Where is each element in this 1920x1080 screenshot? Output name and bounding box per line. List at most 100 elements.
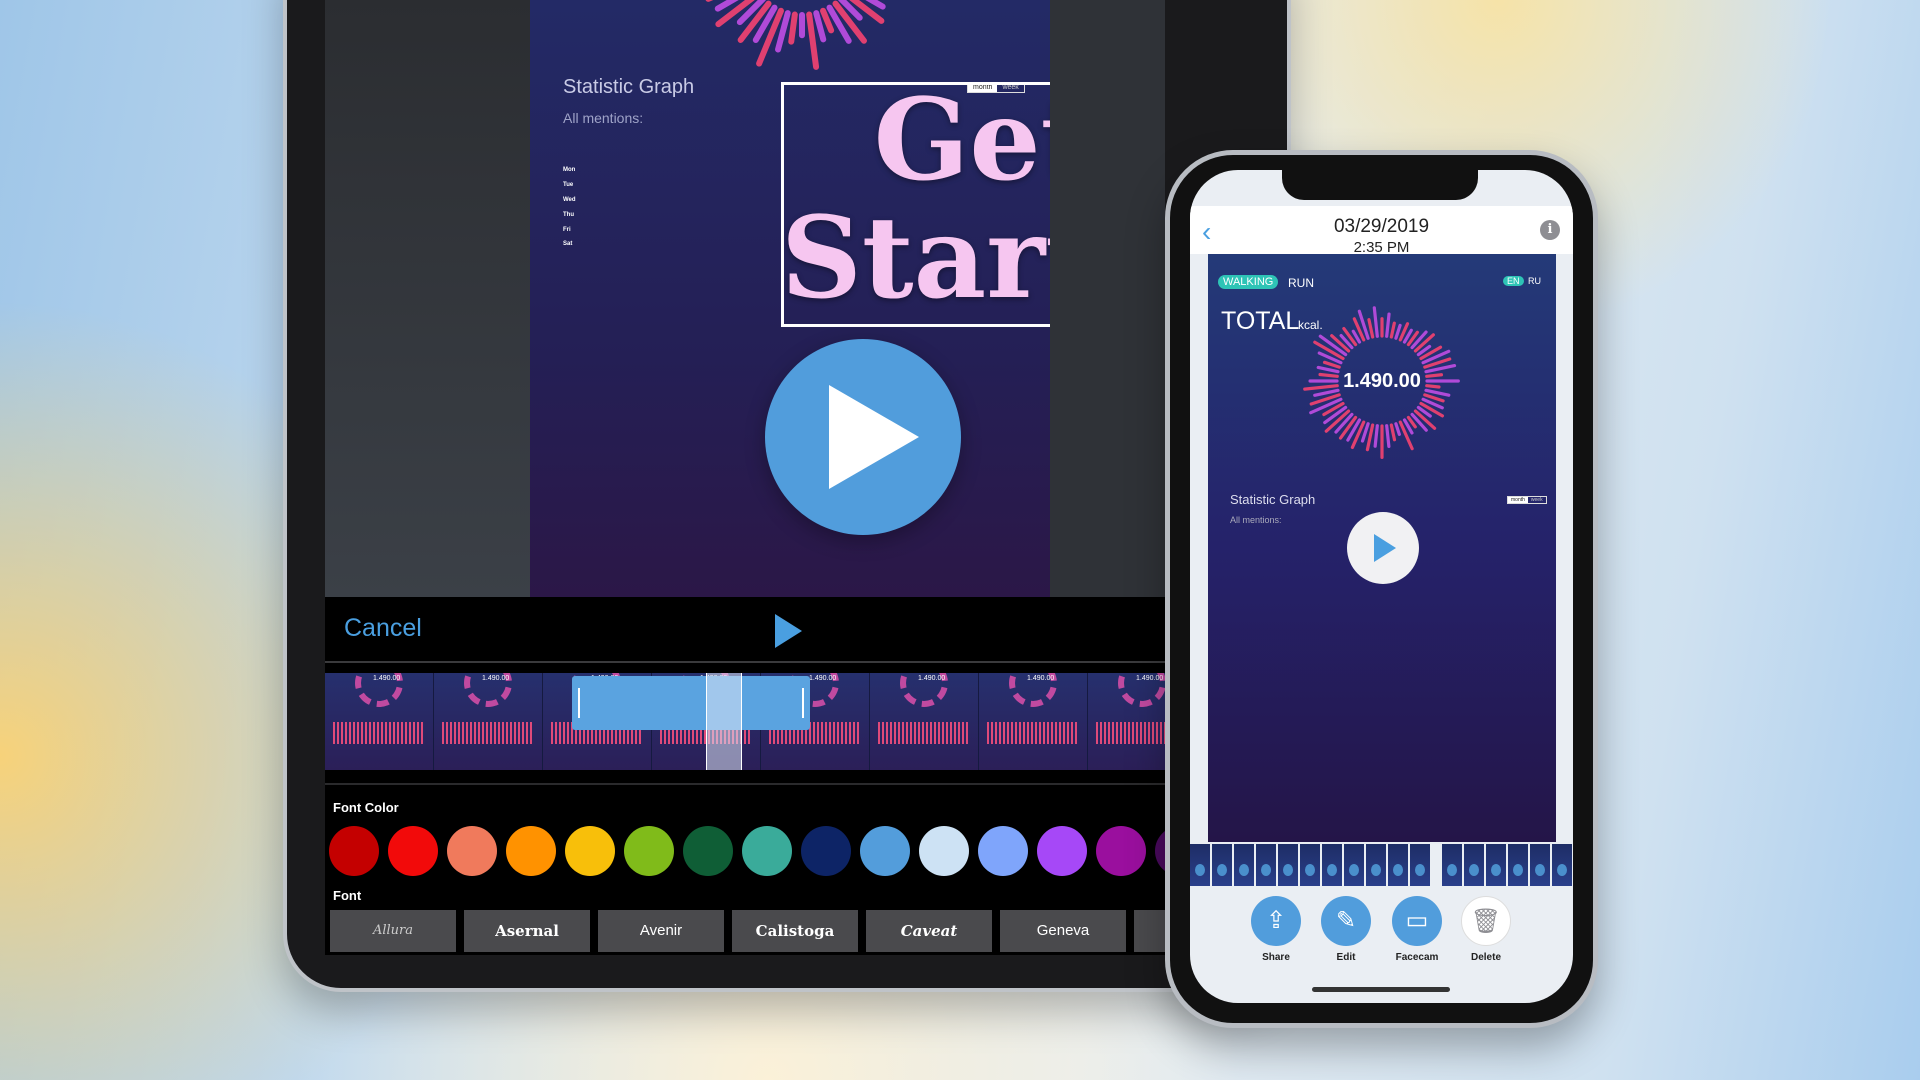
day-label: Fri xyxy=(563,227,571,233)
iphone-screen: ‹ 03/29/2019 2:35 PM i WALKING RUN EN RU… xyxy=(1190,170,1573,1003)
thumbnail[interactable] xyxy=(1388,844,1408,886)
timeline-frame: 1.490.00 xyxy=(325,673,434,770)
play-icon xyxy=(1374,534,1396,562)
recording-date: 03/29/2019 xyxy=(1333,216,1430,237)
thumbnail[interactable] xyxy=(1212,844,1232,886)
timeline-frame: 1.490.00 xyxy=(434,673,543,770)
video-preview[interactable]: WALKING RUN EN RU TOTAL kcal. 1.490.00 S… xyxy=(1208,254,1556,842)
divider xyxy=(325,783,1165,785)
color-swatch[interactable] xyxy=(742,826,792,876)
month-week-toggle: month week xyxy=(1507,496,1547,504)
font-option[interactable]: H xyxy=(1134,910,1165,952)
thumbnail[interactable] xyxy=(1278,844,1298,886)
day-label: Mon xyxy=(563,167,576,173)
thumbnail[interactable] xyxy=(1344,844,1364,886)
burst-ray xyxy=(1389,321,1396,339)
preview-play-button[interactable] xyxy=(1347,512,1419,584)
canvas-background-left xyxy=(325,0,530,597)
thumbnail[interactable] xyxy=(1530,844,1550,886)
share-button[interactable]: ⇪ xyxy=(1251,896,1301,946)
burst-ray xyxy=(1367,318,1375,339)
tab-walking: WALKING xyxy=(1218,275,1279,289)
burst-ray xyxy=(1365,423,1375,452)
thumbnail[interactable] xyxy=(1366,844,1386,886)
thumbnail[interactable] xyxy=(1552,844,1572,886)
burst-ray xyxy=(1394,323,1402,340)
text-overlay[interactable]: Get Started xyxy=(781,82,1050,318)
action-label: Facecam xyxy=(1395,952,1439,963)
frame-bars xyxy=(878,722,970,744)
color-swatch[interactable] xyxy=(919,826,969,876)
timeline-playhead[interactable] xyxy=(706,673,742,770)
color-swatch[interactable] xyxy=(624,826,674,876)
timeline-frame: 1.490.00 xyxy=(979,673,1088,770)
font-option[interactable]: Allura xyxy=(330,910,456,952)
video-canvas[interactable]: Statistic Graph All mentions: Mon Tue We… xyxy=(530,0,1050,597)
burst-ray xyxy=(1394,422,1401,436)
burst-ray xyxy=(788,11,798,45)
color-swatch[interactable] xyxy=(1037,826,1087,876)
frame-value: 1.490.00 xyxy=(482,675,510,682)
all-mentions-label: All mentions: xyxy=(1230,515,1282,525)
burst-ray xyxy=(813,10,827,43)
thumbnail[interactable] xyxy=(1410,844,1430,886)
thumbnail[interactable] xyxy=(1234,844,1254,886)
burst-ray xyxy=(1385,312,1391,338)
play-icon[interactable] xyxy=(775,614,802,648)
thumbnail[interactable] xyxy=(1508,844,1528,886)
action-label: Edit xyxy=(1336,952,1356,963)
ipad-screen: Statistic Graph All mentions: Mon Tue We… xyxy=(325,0,1165,955)
font-option[interactable]: Geneva xyxy=(1000,910,1126,952)
total-value: 1.490.00 xyxy=(1343,370,1421,392)
frame-bars xyxy=(987,722,1079,744)
timeline-frame: 1.490.00 xyxy=(870,673,979,770)
thumbnail[interactable] xyxy=(1464,844,1484,886)
selection-handle-right[interactable] xyxy=(802,688,804,718)
color-swatch[interactable] xyxy=(506,826,556,876)
frame-value: 1.490.00 xyxy=(918,675,946,682)
frame-bars xyxy=(442,722,534,744)
color-swatch[interactable] xyxy=(860,826,910,876)
thumbnail[interactable] xyxy=(1486,844,1506,886)
color-swatch[interactable] xyxy=(565,826,615,876)
day-label: Thu xyxy=(563,212,574,218)
stat-title: Statistic Graph xyxy=(1230,492,1316,507)
color-swatch[interactable] xyxy=(683,826,733,876)
edit-button[interactable]: ✎ xyxy=(1321,896,1371,946)
color-swatch[interactable] xyxy=(329,826,379,876)
stat-title: Statistic Graph xyxy=(563,76,695,98)
home-indicator[interactable] xyxy=(1312,987,1450,992)
color-swatch[interactable] xyxy=(801,826,851,876)
thumbnail-strip[interactable] xyxy=(1190,844,1573,886)
burst-ray xyxy=(1322,360,1341,369)
day-label: Wed xyxy=(563,197,576,203)
thumbnail[interactable] xyxy=(1442,844,1462,886)
thumbnail[interactable] xyxy=(1256,844,1276,886)
cancel-button[interactable]: Cancel xyxy=(344,614,422,643)
thumbnail[interactable] xyxy=(1322,844,1342,886)
timeline-selection[interactable] xyxy=(572,676,810,730)
font-option[interactable]: Caveat xyxy=(866,910,992,952)
color-swatch[interactable] xyxy=(1096,826,1146,876)
color-swatch[interactable] xyxy=(388,826,438,876)
delete-button[interactable]: 🗑 xyxy=(1461,896,1511,946)
info-icon[interactable]: i xyxy=(1540,220,1560,240)
toggle-week: week xyxy=(1530,497,1543,503)
thumbnail[interactable] xyxy=(1300,844,1320,886)
color-swatch[interactable] xyxy=(978,826,1028,876)
color-swatch[interactable] xyxy=(447,826,497,876)
font-label: Font xyxy=(333,888,362,903)
tab-run: RUN xyxy=(1288,276,1314,290)
day-label: Tue xyxy=(563,182,574,188)
frame-bars xyxy=(1096,722,1165,744)
color-swatch[interactable] xyxy=(1155,826,1165,876)
font-option[interactable]: Asernal xyxy=(464,910,590,952)
thumbnail[interactable] xyxy=(1190,844,1210,886)
selection-handle-left[interactable] xyxy=(578,688,580,718)
facecam-button[interactable]: ▭ xyxy=(1392,896,1442,946)
big-play-button[interactable] xyxy=(765,339,961,535)
font-option[interactable]: Avenir xyxy=(598,910,724,952)
lang-en: EN xyxy=(1503,276,1524,286)
font-option[interactable]: Calistoga xyxy=(732,910,858,952)
lang-ru: RU xyxy=(1528,276,1541,286)
